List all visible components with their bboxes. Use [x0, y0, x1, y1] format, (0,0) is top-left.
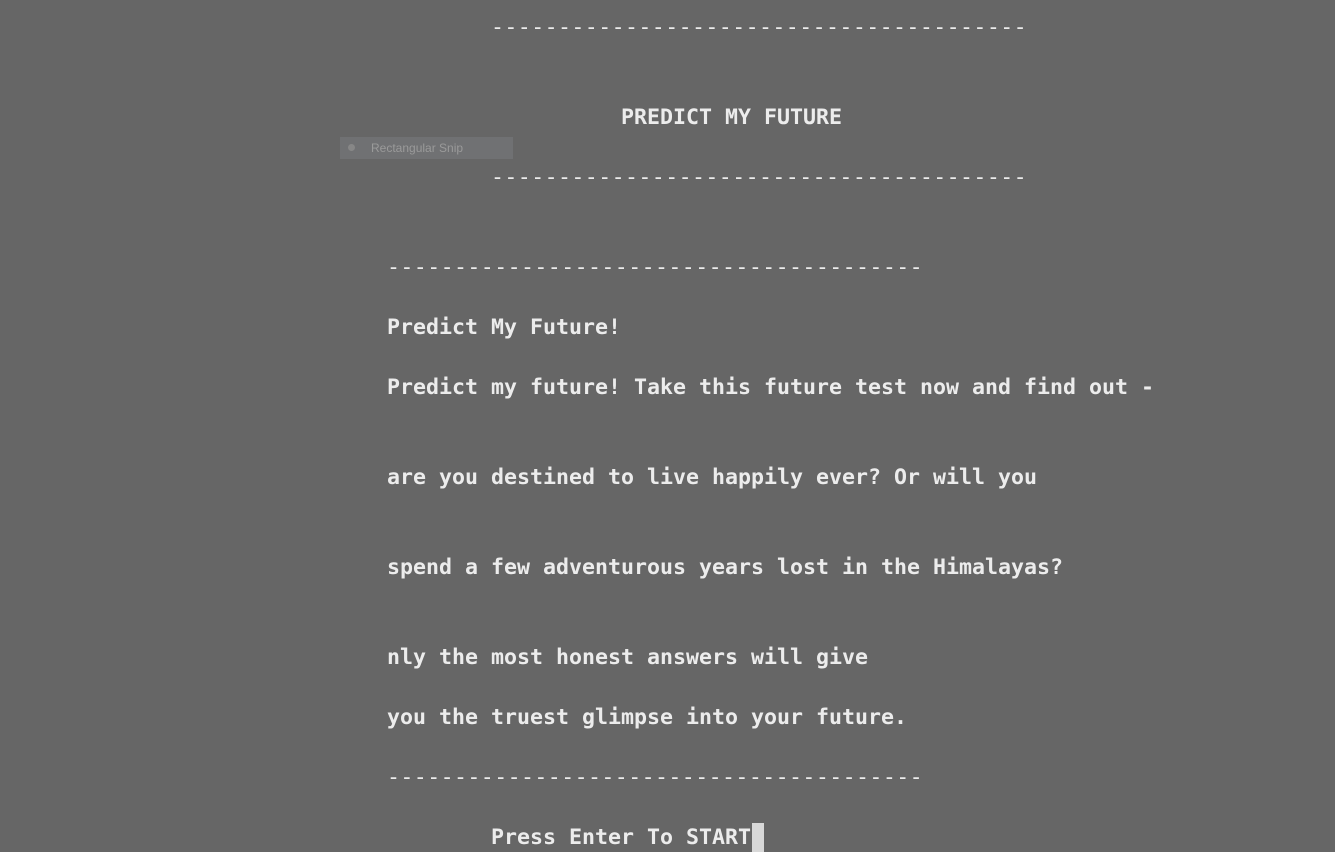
intro-line-3: spend a few adventurous years lost in th…	[387, 555, 1064, 580]
intro-divider-top: ----------------------------------------	[387, 255, 924, 280]
intro-title: Predict My Future!	[387, 315, 622, 340]
console-window[interactable]: { "console": { "divider": "-------------…	[0, 0, 1335, 852]
rectangular-snip-tooltip[interactable]: Rectangular Snip	[340, 137, 513, 159]
header-divider-bottom: ----------------------------------------	[491, 165, 1028, 190]
start-prompt-text: Press Enter To START	[491, 825, 752, 850]
intro-line-4: nly the most honest answers will give	[387, 645, 869, 670]
header-title: PREDICT MY FUTURE	[621, 105, 843, 130]
snip-label: Rectangular Snip	[371, 141, 464, 155]
intro-divider-bottom: ----------------------------------------	[387, 765, 924, 790]
intro-line-1: Predict my future! Take this future test…	[387, 375, 1155, 400]
start-prompt: Press Enter To START	[491, 823, 765, 852]
intro-line-5: you the truest glimpse into your future.	[387, 705, 908, 730]
intro-line-2: are you destined to live happily ever? O…	[387, 465, 1038, 490]
snip-icon	[348, 144, 355, 151]
text-cursor	[752, 823, 765, 852]
header-divider-top: ----------------------------------------	[491, 15, 1028, 40]
